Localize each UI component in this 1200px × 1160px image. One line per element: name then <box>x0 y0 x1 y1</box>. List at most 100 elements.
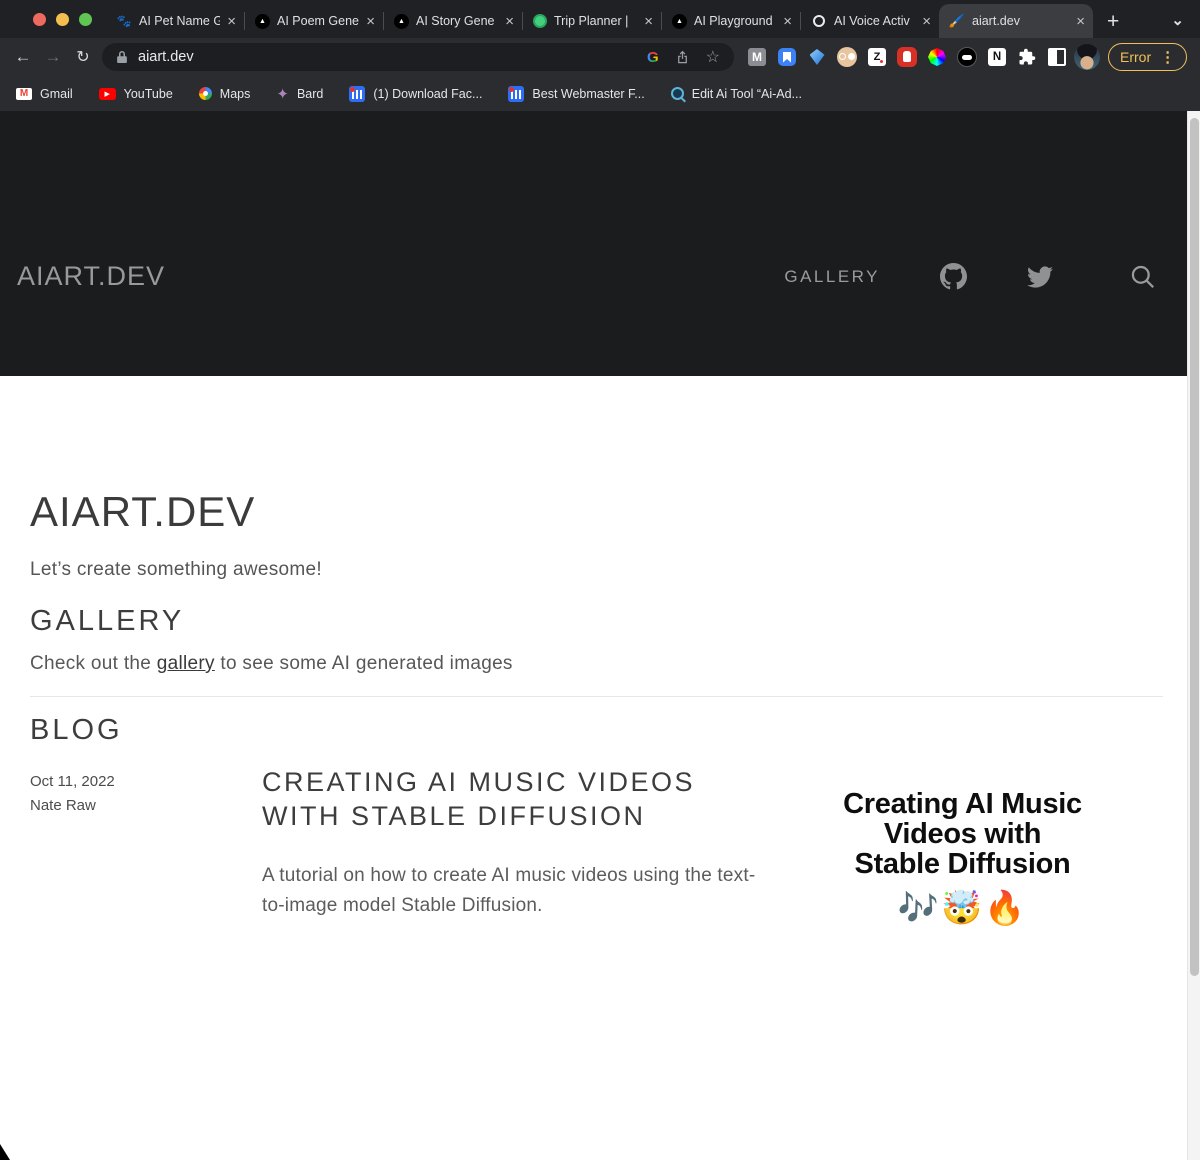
tab-label: AI Story Gene <box>416 14 498 28</box>
tab-aiart-dev-active[interactable]: 🖌️ aiart.dev × <box>939 4 1093 38</box>
window-controls <box>0 0 106 38</box>
page-title: AIART.DEV <box>30 488 1163 535</box>
post-excerpt: A tutorial on how to create AI music vid… <box>262 861 762 922</box>
bookmark-maps[interactable]: Maps <box>199 87 251 101</box>
lock-icon <box>116 50 128 64</box>
youtube-icon: ▶ <box>99 88 116 100</box>
scrollbar-track[interactable] <box>1187 111 1200 1160</box>
magnifier-icon <box>671 87 684 100</box>
maximize-window-button[interactable] <box>79 13 92 26</box>
bookmark-edit-ai-tool[interactable]: Edit Ai Tool “Ai-Ad... <box>671 87 802 101</box>
tab-label: AI Poem Gene <box>277 14 359 28</box>
route-z-extension-icon[interactable]: Z <box>864 44 890 70</box>
tab-ai-pet-name[interactable]: 🐾 AI Pet Name G × <box>106 4 244 38</box>
gmail-icon: M <box>16 88 32 100</box>
tab-close-icon[interactable]: × <box>366 14 375 29</box>
adblock-hand-icon[interactable] <box>894 44 920 70</box>
back-button[interactable]: ← <box>8 47 38 67</box>
tab-close-icon[interactable]: × <box>922 14 931 29</box>
site-header: AIART.DEV GALLERY <box>0 111 1200 376</box>
page-content: AIART.DEV Let’s create something awesome… <box>0 376 1200 928</box>
notion-icon[interactable]: N <box>984 44 1010 70</box>
tab-search-chevron-icon[interactable]: ⌄ <box>1171 11 1184 29</box>
gallery-paragraph: Check out the gallery to see some AI gen… <box>30 653 1163 675</box>
thumbnail-emojis: 🎶🤯🔥 <box>898 889 1027 928</box>
black-circle-triangle-icon: ▲ <box>672 14 687 29</box>
black-circle-triangle-icon: ▲ <box>255 14 270 29</box>
green-circle-icon <box>533 14 547 28</box>
twitter-icon[interactable] <box>1027 266 1053 288</box>
error-label: Error <box>1120 49 1151 65</box>
thumbnail-text-line: Stable Diffusion <box>855 849 1071 879</box>
tab-ai-voice[interactable]: AI Voice Activ × <box>801 4 939 38</box>
address-bar[interactable]: aiart.dev G ☆ <box>102 43 734 71</box>
url-text[interactable]: aiart.dev <box>138 49 631 65</box>
minimize-window-button[interactable] <box>56 13 69 26</box>
overflow-menu-icon[interactable]: ⋮ <box>1160 48 1175 66</box>
browser-toolbar: ← → ↻ aiart.dev G ☆ M Z N Error ⋮ <box>0 38 1200 76</box>
bookmark-download-fac[interactable]: (1) Download Fac... <box>349 86 482 102</box>
nav-gallery-link[interactable]: GALLERY <box>784 267 880 287</box>
bard-sparkle-icon: ✦ <box>276 85 289 103</box>
tab-close-icon[interactable]: × <box>505 14 514 29</box>
tab-label: aiart.dev <box>972 14 1069 28</box>
thumbnail-text-line: Videos with <box>884 819 1041 849</box>
bookmarks-bar: M Gmail ▶ YouTube Maps ✦ Bard (1) Downlo… <box>0 76 1200 111</box>
search-icon[interactable] <box>1129 263 1156 290</box>
black-circle-triangle-icon: ▲ <box>394 14 409 29</box>
maps-pin-icon <box>199 87 212 100</box>
tab-close-icon[interactable]: × <box>783 14 792 29</box>
google-g-icon[interactable]: G <box>647 49 659 66</box>
tab-ai-poem[interactable]: ▲ AI Poem Gene × <box>245 4 383 38</box>
site-nav: GALLERY <box>784 263 1156 290</box>
thumbnail-text-line: Creating AI Music <box>843 789 1082 819</box>
tab-close-icon[interactable]: × <box>227 14 236 29</box>
blog-heading: BLOG <box>30 714 1163 747</box>
post-date: Oct 11, 2022 <box>30 770 262 794</box>
bookmark-bard[interactable]: ✦ Bard <box>276 85 323 103</box>
tab-label: Trip Planner | <box>554 14 637 28</box>
share-icon[interactable] <box>675 49 690 65</box>
forward-button[interactable]: → <box>38 47 68 67</box>
color-wheel-icon[interactable] <box>924 44 950 70</box>
bookmark-youtube[interactable]: ▶ YouTube <box>99 87 173 101</box>
bookmark-extension-icon[interactable] <box>774 44 800 70</box>
diamond-extension-icon[interactable] <box>804 44 830 70</box>
side-panel-icon[interactable] <box>1044 44 1070 70</box>
tab-label: AI Playground <box>694 14 776 28</box>
tab-close-icon[interactable]: × <box>644 14 653 29</box>
downloader-icon <box>508 86 524 102</box>
extensions-row: M Z N <box>744 44 1100 70</box>
close-window-button[interactable] <box>33 13 46 26</box>
site-logo[interactable]: AIART.DEV <box>17 261 165 292</box>
tab-label: AI Voice Activ <box>834 14 915 28</box>
extensions-puzzle-icon[interactable] <box>1014 44 1040 70</box>
post-author: Nate Raw <box>30 794 262 818</box>
tab-strip: 🐾 AI Pet Name G × ▲ AI Poem Gene × ▲ AI … <box>0 0 1200 38</box>
downloader-icon <box>349 86 365 102</box>
blog-post: Oct 11, 2022 Nate Raw CREATING AI MUSIC … <box>30 765 1163 927</box>
bookmark-gmail[interactable]: M Gmail <box>16 87 73 101</box>
paw-icon: 🐾 <box>116 13 132 29</box>
divider <box>30 696 1163 697</box>
dark-mode-extension-icon[interactable] <box>954 44 980 70</box>
tab-close-icon[interactable]: × <box>1076 14 1085 29</box>
tab-ai-story[interactable]: ▲ AI Story Gene × <box>384 4 522 38</box>
post-thumbnail[interactable]: Creating AI Music Videos with Stable Dif… <box>762 765 1163 927</box>
white-ring-icon <box>813 15 825 27</box>
gallery-link[interactable]: gallery <box>157 653 215 674</box>
error-menu-button[interactable]: Error ⋮ <box>1108 43 1187 71</box>
bookmark-best-webmaster[interactable]: Best Webmaster F... <box>508 86 644 102</box>
scrollbar-thumb[interactable] <box>1190 118 1199 976</box>
tab-trip-planner[interactable]: Trip Planner | × <box>523 4 661 38</box>
bookmark-star-icon[interactable]: ☆ <box>706 47 720 67</box>
reload-button[interactable]: ↻ <box>68 47 98 67</box>
tab-ai-playground[interactable]: ▲ AI Playground × <box>662 4 800 38</box>
post-body: CREATING AI MUSIC VIDEOS WITH STABLE DIF… <box>262 765 762 927</box>
github-icon[interactable] <box>940 263 967 290</box>
m-extension-icon[interactable]: M <box>744 44 770 70</box>
post-title-link[interactable]: CREATING AI MUSIC VIDEOS WITH STABLE DIF… <box>262 765 762 834</box>
new-tab-button[interactable]: + <box>1107 11 1119 32</box>
profile-avatar[interactable] <box>1074 44 1100 70</box>
avatar-face-extension-icon[interactable] <box>834 44 860 70</box>
